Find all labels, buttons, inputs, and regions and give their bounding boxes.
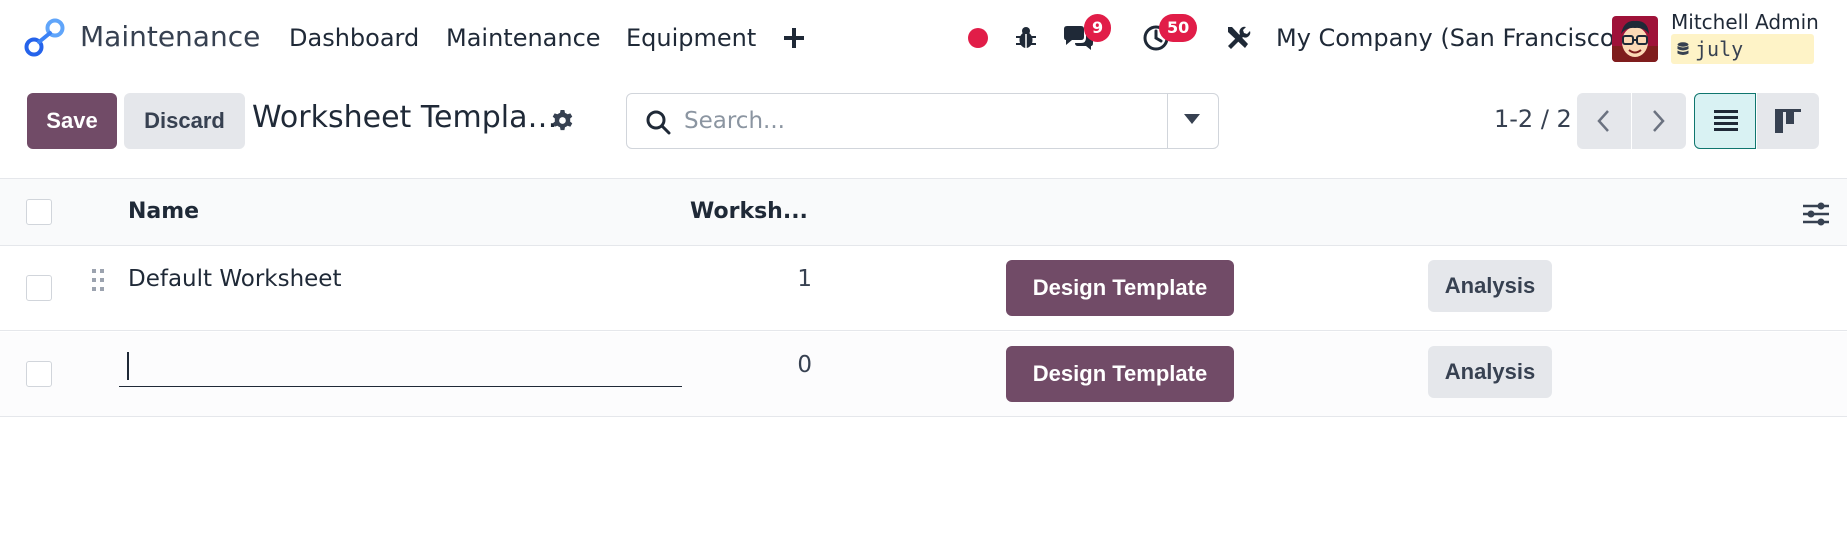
menu-maintenance[interactable]: Maintenance (446, 24, 601, 52)
kanban-view-button[interactable] (1757, 93, 1819, 149)
top-navbar: Maintenance Dashboard Maintenance Equipm… (0, 0, 1847, 78)
database-name: july (1695, 37, 1744, 61)
status-dot-icon[interactable] (968, 28, 988, 48)
app-name[interactable]: Maintenance (80, 20, 260, 53)
kanban-view-icon (1775, 109, 1801, 133)
worksheet-count: 1 (797, 266, 812, 292)
pager-value[interactable]: 1-2 / 2 (1494, 105, 1572, 133)
design-template-button[interactable]: Design Template (1006, 346, 1234, 402)
menu-equipment[interactable]: Equipment (626, 24, 756, 52)
discard-button[interactable]: Discard (124, 93, 245, 149)
search-divider (1167, 94, 1168, 148)
activities-count-badge: 50 (1159, 14, 1198, 42)
optional-columns-toggle-icon[interactable] (1803, 201, 1829, 227)
row-checkbox[interactable] (26, 361, 52, 387)
select-all-checkbox[interactable] (26, 199, 52, 225)
tools-icon[interactable] (1225, 24, 1251, 51)
database-icon (1677, 42, 1689, 55)
chevron-left-icon (1597, 110, 1609, 132)
search-box[interactable] (626, 93, 1219, 149)
messages-count-badge: 9 (1084, 14, 1112, 42)
user-name[interactable]: Mitchell Admin (1671, 10, 1819, 34)
drag-handle-icon[interactable] (91, 268, 105, 292)
worksheet-count: 0 (797, 352, 812, 378)
company-switcher[interactable]: My Company (San Francisco) (1276, 24, 1624, 52)
list-header: Name Worksh... (0, 178, 1847, 246)
table-row-editing[interactable]: 0 Design Template Analysis (0, 332, 1847, 417)
app-logo-icon[interactable] (24, 18, 66, 58)
bug-icon[interactable] (1014, 25, 1038, 50)
worksheet-name[interactable]: Default Worksheet (128, 266, 341, 292)
table-row[interactable]: Default Worksheet 1 Design Template Anal… (0, 246, 1847, 331)
list-view-button[interactable] (1694, 93, 1756, 149)
column-header-worksheet-count[interactable]: Worksh... (690, 199, 808, 224)
name-input-field[interactable] (119, 350, 682, 387)
chevron-right-icon (1653, 110, 1665, 132)
list-view-icon (1714, 110, 1738, 131)
save-button[interactable]: Save (27, 93, 117, 149)
database-chip: july (1671, 34, 1814, 64)
analysis-button[interactable]: Analysis (1428, 260, 1552, 312)
pager-previous-button[interactable] (1577, 93, 1631, 149)
text-cursor (127, 352, 129, 380)
menu-dashboard[interactable]: Dashboard (289, 24, 419, 52)
column-header-name[interactable]: Name (128, 199, 199, 224)
search-options-chevron-icon[interactable] (1184, 114, 1200, 124)
plus-icon[interactable] (783, 27, 805, 49)
row-checkbox[interactable] (26, 275, 52, 301)
gear-icon[interactable] (551, 109, 574, 132)
user-avatar[interactable] (1612, 16, 1658, 62)
breadcrumb-title: Worksheet Templa… (252, 100, 558, 135)
design-template-button[interactable]: Design Template (1006, 260, 1234, 316)
analysis-button[interactable]: Analysis (1428, 346, 1552, 398)
search-icon (646, 110, 671, 135)
search-input[interactable] (684, 106, 1124, 136)
pager-next-button[interactable] (1632, 93, 1686, 149)
